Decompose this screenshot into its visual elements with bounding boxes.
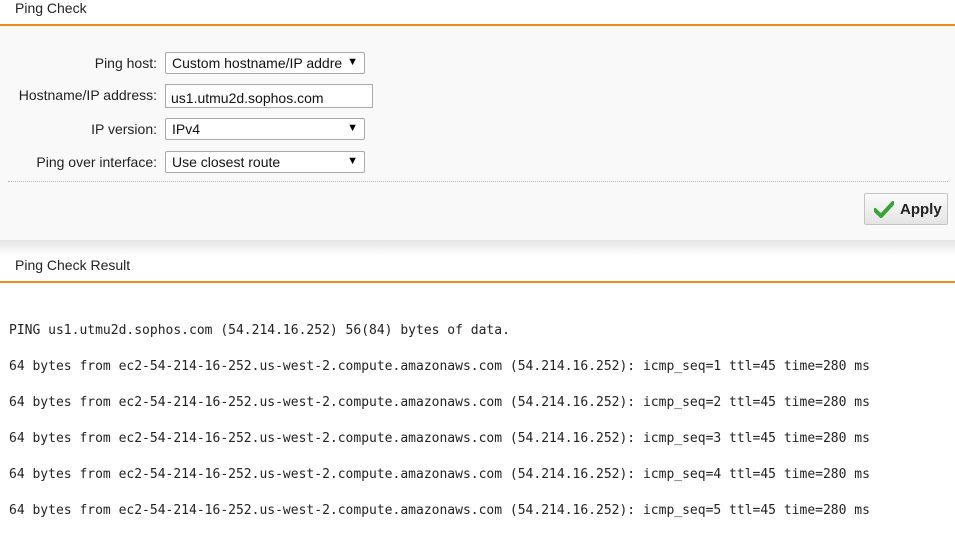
result-line: 64 bytes from ec2-54-214-16-252.us-west-… bbox=[9, 467, 870, 482]
apply-button[interactable]: Apply bbox=[864, 193, 948, 225]
section-separator bbox=[0, 240, 955, 255]
ping-host-row: Ping host: Custom hostname/IP address ▼ bbox=[0, 52, 955, 76]
interface-value: Use closest route bbox=[172, 154, 281, 170]
ping-check-title: Ping Check bbox=[15, 0, 87, 16]
hostname-label: Hostname/IP address: bbox=[18, 87, 157, 103]
interface-row: Ping over interface: Use closest route ▼ bbox=[0, 151, 955, 175]
ping-result-header: Ping Check Result bbox=[0, 255, 955, 283]
result-line: 64 bytes from ec2-54-214-16-252.us-west-… bbox=[9, 431, 870, 446]
chevron-down-icon: ▼ bbox=[347, 155, 358, 167]
ip-version-value: IPv4 bbox=[172, 121, 201, 137]
ping-host-select[interactable]: Custom hostname/IP address ▼ bbox=[165, 52, 365, 74]
ping-result-output: PING us1.utmu2d.sophos.com (54.214.16.25… bbox=[9, 323, 949, 539]
ping-result-title: Ping Check Result bbox=[15, 257, 131, 273]
interface-select[interactable]: Use closest route ▼ bbox=[165, 151, 365, 173]
chevron-down-icon: ▼ bbox=[347, 122, 358, 134]
interface-label: Ping over interface: bbox=[36, 154, 157, 170]
form-divider bbox=[8, 181, 948, 182]
hostname-row: Hostname/IP address: bbox=[0, 84, 955, 108]
ping-check-form: Ping host: Custom hostname/IP address ▼ … bbox=[0, 26, 955, 240]
ping-check-header: Ping Check bbox=[0, 0, 955, 26]
ping-host-value: Custom hostname/IP address bbox=[172, 55, 342, 71]
hostname-input[interactable] bbox=[165, 84, 373, 108]
chevron-down-icon: ▼ bbox=[347, 56, 358, 68]
ip-version-label: IP version: bbox=[91, 121, 157, 137]
ip-version-row: IP version: IPv4 ▼ bbox=[0, 118, 955, 142]
ip-version-select[interactable]: IPv4 ▼ bbox=[165, 118, 365, 140]
checkmark-icon bbox=[874, 201, 894, 218]
result-line: PING us1.utmu2d.sophos.com (54.214.16.25… bbox=[9, 323, 510, 338]
result-line: 64 bytes from ec2-54-214-16-252.us-west-… bbox=[9, 395, 870, 410]
ping-host-label: Ping host: bbox=[94, 55, 157, 71]
apply-label: Apply bbox=[900, 201, 942, 218]
result-line: 64 bytes from ec2-54-214-16-252.us-west-… bbox=[9, 503, 870, 518]
result-line: 64 bytes from ec2-54-214-16-252.us-west-… bbox=[9, 359, 870, 374]
